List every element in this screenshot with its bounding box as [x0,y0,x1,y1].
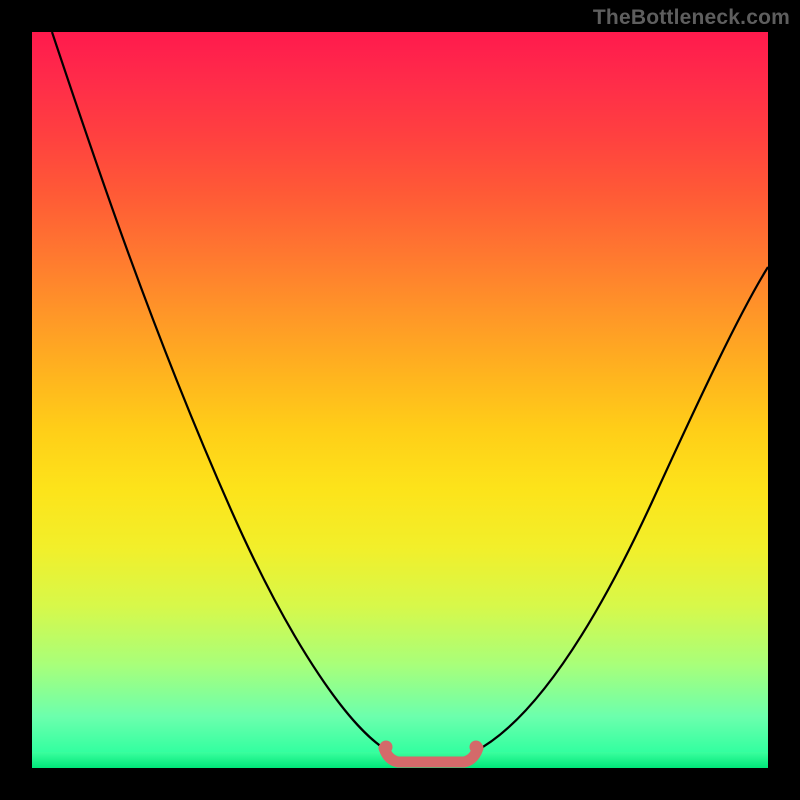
optimal-zone-marker [384,748,478,762]
optimal-zone-left-dot [380,741,393,754]
optimal-zone-right-dot [470,741,483,754]
bottleneck-curve-left [52,32,390,752]
plot-area [32,32,768,768]
watermark-text: TheBottleneck.com [593,6,790,30]
bottleneck-curve-right [474,267,768,752]
bottleneck-curve-svg [32,32,768,768]
chart-frame: TheBottleneck.com [0,0,800,800]
